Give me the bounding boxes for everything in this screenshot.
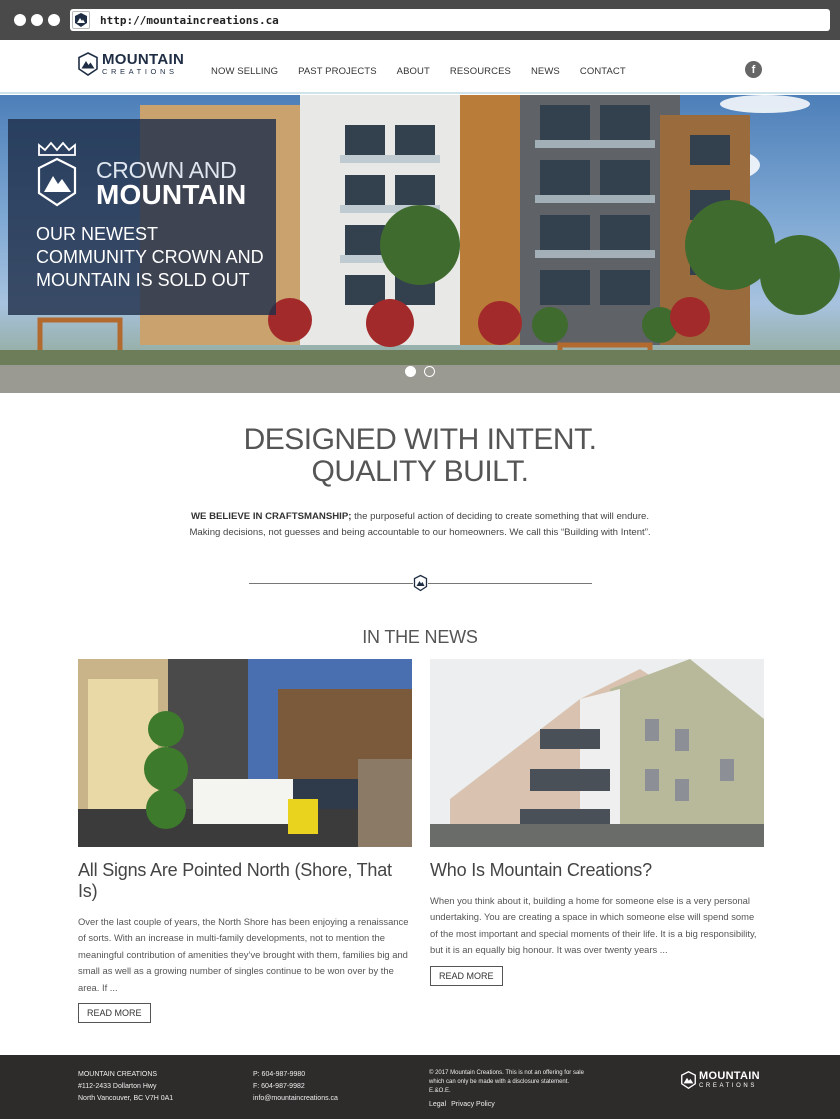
nav-resources[interactable]: RESOURCES: [450, 66, 511, 77]
hero-caption-panel: CROWN AND MOUNTAIN OUR NEWEST COMMUNITY …: [8, 119, 276, 315]
footer-legal-text: © 2017 Mountain Creations. This is not a…: [429, 1070, 584, 1094]
intro-text-line1: the purposeful action of deciding to cre…: [351, 511, 650, 522]
browser-chrome: http://mountaincreations.ca: [0, 0, 840, 40]
logo-subtitle: CREATIONS: [102, 67, 178, 77]
footer-company: MOUNTAIN CREATIONS: [78, 1071, 158, 1078]
footer-legal: © 2017 Mountain Creations. This is not a…: [429, 1069, 589, 1111]
hero-slider: CROWN AND MOUNTAIN OUR NEWEST COMMUNITY …: [0, 95, 840, 393]
footer-contact: P: 604-987-9980 F: 604-987-9982 info@mou…: [253, 1069, 338, 1105]
news-card-title[interactable]: Who Is Mountain Creations?: [430, 860, 764, 881]
intro-title-line1: DESIGNED WITH INTENT.: [243, 423, 597, 456]
news-heading: IN THE NEWS: [362, 627, 478, 647]
intro-lead: WE BELIEVE IN CRAFTSMANSHIP;: [190, 511, 352, 522]
news-card-image-building[interactable]: [430, 659, 764, 847]
news-card: Who Is Mountain Creations? When you thin…: [430, 659, 764, 986]
nav-news[interactable]: NEWS: [531, 66, 560, 77]
site-header: MOUNTAIN CREATIONS NOW SELLING PAST PROJ…: [0, 40, 840, 94]
hero-body-text: OUR NEWEST COMMUNITY CROWN AND MOUNTAIN …: [36, 224, 264, 290]
news-card-excerpt: Over the last couple of years, the North…: [78, 916, 409, 993]
footer-logo-subtitle: CREATIONS: [699, 1083, 757, 1089]
mountain-divider-icon: [413, 574, 428, 592]
close-window-button[interactable]: [14, 14, 26, 26]
slider-pagination: [405, 366, 435, 377]
footer-address-line2: North Vancouver, BC V7H 0A1: [78, 1095, 174, 1102]
nav-contact[interactable]: CONTACT: [580, 66, 626, 77]
footer-phone[interactable]: P: 604-987-9980: [253, 1069, 338, 1081]
intro-text-line2: Making decisions, not guesses and being …: [189, 527, 651, 538]
site-footer: MOUNTAIN CREATIONS #112-2433 Dollarton H…: [0, 1055, 840, 1119]
maximize-window-button[interactable]: [48, 14, 60, 26]
slider-dot-2[interactable]: [424, 366, 435, 377]
read-more-button[interactable]: READ MORE: [78, 1003, 151, 1024]
footer-link-legal[interactable]: Legal: [429, 1099, 446, 1111]
window-controls: [14, 14, 60, 26]
news-card-title[interactable]: All Signs Are Pointed North (Shore, That…: [78, 860, 412, 902]
news-card-excerpt: When you think about it, building a home…: [430, 895, 757, 956]
building-photo: [430, 659, 764, 847]
slider-dot-1[interactable]: [405, 366, 416, 377]
news-card-image-patio[interactable]: [78, 659, 412, 847]
crown-mountain-crest-icon: [37, 141, 77, 207]
footer-logo[interactable]: MOUNTAIN CREATIONS: [681, 1071, 760, 1089]
footer-fax: F: 604-987-9982: [253, 1083, 305, 1090]
intro-title: DESIGNED WITH INTENT. QUALITY BUILT.: [0, 424, 840, 488]
nav-about[interactable]: ABOUT: [397, 66, 430, 77]
hero-title-line2: MOUNTAIN: [96, 179, 247, 210]
mountain-logo-icon: [681, 1071, 696, 1089]
facebook-icon[interactable]: f: [745, 61, 762, 78]
news-card: All Signs Are Pointed North (Shore, That…: [78, 659, 412, 1024]
intro-title-line2: QUALITY BUILT.: [311, 455, 529, 488]
footer-email[interactable]: info@mountaincreations.ca: [253, 1093, 338, 1105]
patio-photo: [78, 659, 412, 847]
site-logo[interactable]: MOUNTAIN CREATIONS: [78, 52, 184, 76]
main-nav: NOW SELLING PAST PROJECTS ABOUT RESOURCE…: [211, 66, 646, 77]
footer-link-privacy[interactable]: Privacy Policy: [451, 1099, 495, 1111]
footer-address: MOUNTAIN CREATIONS #112-2433 Dollarton H…: [78, 1069, 173, 1105]
logo-name: MOUNTAIN: [102, 51, 185, 69]
footer-logo-name: MOUNTAIN: [699, 1070, 760, 1082]
mountain-logo-icon: [78, 52, 98, 76]
footer-address-line1: #112-2433 Dollarton Hwy: [78, 1083, 157, 1090]
nav-now-selling[interactable]: NOW SELLING: [211, 66, 278, 77]
site-favicon-icon: [72, 11, 90, 29]
read-more-button[interactable]: READ MORE: [430, 965, 503, 986]
intro-text: WE BELIEVE IN CRAFTSMANSHIP; the purpose…: [0, 509, 840, 541]
nav-past-projects[interactable]: PAST PROJECTS: [298, 66, 377, 77]
minimize-window-button[interactable]: [31, 14, 43, 26]
address-bar[interactable]: http://mountaincreations.ca: [70, 9, 830, 31]
address-bar-url[interactable]: http://mountaincreations.ca: [100, 14, 279, 27]
